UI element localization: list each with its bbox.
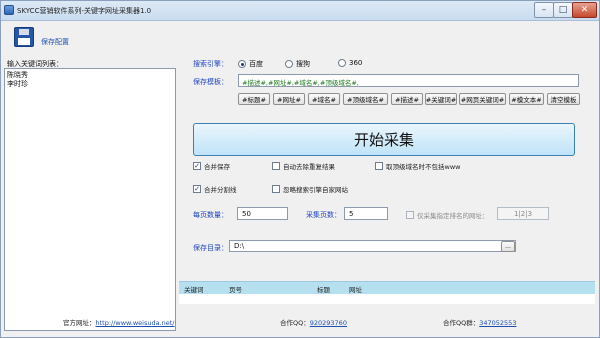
checkbox-label: 合并保存 <box>204 163 230 171</box>
column-header[interactable]: 关键词 <box>184 284 204 294</box>
window-title: SKYCC营销软件系列-关键字网址采集器1.0 <box>17 7 152 15</box>
clear-template-button[interactable]: 清空模板 <box>547 93 580 105</box>
per-page-label: 每页数量： <box>193 211 228 219</box>
tag-button-url[interactable]: #网址# <box>273 93 305 105</box>
engine-option-label: 搜狗 <box>296 60 310 68</box>
minimize-icon: – <box>541 5 547 15</box>
template-input[interactable]: #描述#,#网址#,#域名#,#顶级域名#, <box>238 74 579 87</box>
checkbox-label: 忽略搜索引擎自家网站 <box>283 186 348 194</box>
pages-label: 采集页数： <box>306 211 341 219</box>
footer-qq: 合作QQ：920293760 <box>280 317 347 327</box>
specified-rank-input[interactable]: 1|2|3 <box>497 207 549 220</box>
search-engine-label: 搜索引擎： <box>193 60 228 68</box>
tag-button-domain[interactable]: #域名# <box>308 93 340 105</box>
column-header[interactable]: 网址 <box>349 284 362 294</box>
pages-input[interactable]: 5 <box>344 207 388 220</box>
tag-button-keyword[interactable]: #关键词# <box>425 93 457 105</box>
close-button[interactable]: ✕ <box>572 2 597 18</box>
checkbox-icon <box>406 211 414 219</box>
checkbox-label: 仅采集指定排名的网址： <box>417 212 489 220</box>
checkbox-checked-icon: ✓ <box>193 162 201 170</box>
checkbox-checked-icon: ✓ <box>193 185 201 193</box>
radio-icon <box>285 60 293 68</box>
close-icon: ✕ <box>580 5 589 15</box>
footer-qq-label: 合作QQ： <box>280 319 310 327</box>
engine-radio-360[interactable]: 360 <box>338 59 362 67</box>
save-config-button[interactable]: 保存配置 <box>14 27 74 51</box>
minimize-button[interactable]: – <box>534 2 554 18</box>
tag-button-template-text[interactable]: #模文本# <box>509 93 544 105</box>
footer-group-label: 合作QQ群： <box>443 319 480 327</box>
floppy-disk-icon <box>14 27 34 47</box>
keyword-list-input[interactable]: 陈晓秀 李时珍 <box>4 68 176 331</box>
save-dir-label: 保存目录： <box>193 244 228 252</box>
tag-button-page-keyword[interactable]: #网页关键词# <box>459 93 506 105</box>
checkbox-icon <box>272 162 280 170</box>
per-page-input[interactable]: 50 <box>237 207 288 220</box>
footer-group: 合作QQ群：347052553 <box>443 317 516 327</box>
results-table-body[interactable] <box>179 294 595 304</box>
merge-save-checkbox[interactable]: ✓ 合并保存 <box>193 161 230 171</box>
engine-option-label: 百度 <box>249 60 263 68</box>
top-domain-no-www-checkbox[interactable]: 取顶级域名时不包括www <box>375 161 460 171</box>
checkbox-label: 自动去除重复结果 <box>283 163 335 171</box>
save-config-label: 保存配置 <box>41 38 69 46</box>
checkbox-label: 合并分割线 <box>204 186 237 194</box>
app-icon <box>4 5 14 15</box>
engine-radio-sogou[interactable]: 搜狗 <box>285 59 310 69</box>
engine-radio-baidu[interactable]: 百度 <box>238 59 263 69</box>
checkbox-label: 取顶级域名时不包括www <box>386 163 461 171</box>
auto-dedupe-checkbox[interactable]: 自动去除重复结果 <box>272 161 335 171</box>
radio-selected-icon <box>238 60 246 68</box>
footer-site: 官方网址：http://www.weisuda.net/ <box>63 317 175 327</box>
save-dir-input[interactable]: D:\ <box>229 240 516 252</box>
footer-site-label: 官方网址： <box>63 319 96 327</box>
tag-button-top-domain[interactable]: #顶级域名# <box>343 93 388 105</box>
template-label: 保存模板： <box>193 78 228 86</box>
qq-link[interactable]: 920293760 <box>310 319 347 327</box>
tag-button-title[interactable]: #标题# <box>238 93 270 105</box>
checkbox-icon <box>375 162 383 170</box>
maximize-icon: □ <box>558 5 568 15</box>
radio-icon <box>338 59 346 67</box>
browse-button[interactable]: ... <box>501 241 515 252</box>
tag-button-description[interactable]: #描述# <box>391 93 423 105</box>
column-header[interactable]: 标题 <box>317 284 330 294</box>
qq-group-link[interactable]: 347052553 <box>479 319 516 327</box>
checkbox-icon <box>272 185 280 193</box>
ignore-own-site-checkbox[interactable]: 忽略搜索引擎自家网站 <box>272 184 348 194</box>
title-bar[interactable]: SKYCC营销软件系列-关键字网址采集器1.0 – □ ✕ <box>1 1 599 21</box>
official-site-link[interactable]: http://www.weisuda.net/ <box>96 319 175 327</box>
specified-rank-checkbox[interactable]: 仅采集指定排名的网址： <box>406 210 489 220</box>
merge-split-checkbox[interactable]: ✓ 合并分割线 <box>193 184 237 194</box>
app-window: SKYCC营销软件系列-关键字网址采集器1.0 – □ ✕ 保存配置 输入关键词… <box>0 0 600 338</box>
results-table-header: 关键词 页号 标题 网址 <box>179 281 595 294</box>
keyword-item: 李时珍 <box>7 80 28 88</box>
maximize-button[interactable]: □ <box>553 2 573 18</box>
start-collect-button[interactable]: 开始采集 <box>193 123 575 156</box>
engine-option-label: 360 <box>349 59 363 67</box>
column-header[interactable]: 页号 <box>229 284 242 294</box>
